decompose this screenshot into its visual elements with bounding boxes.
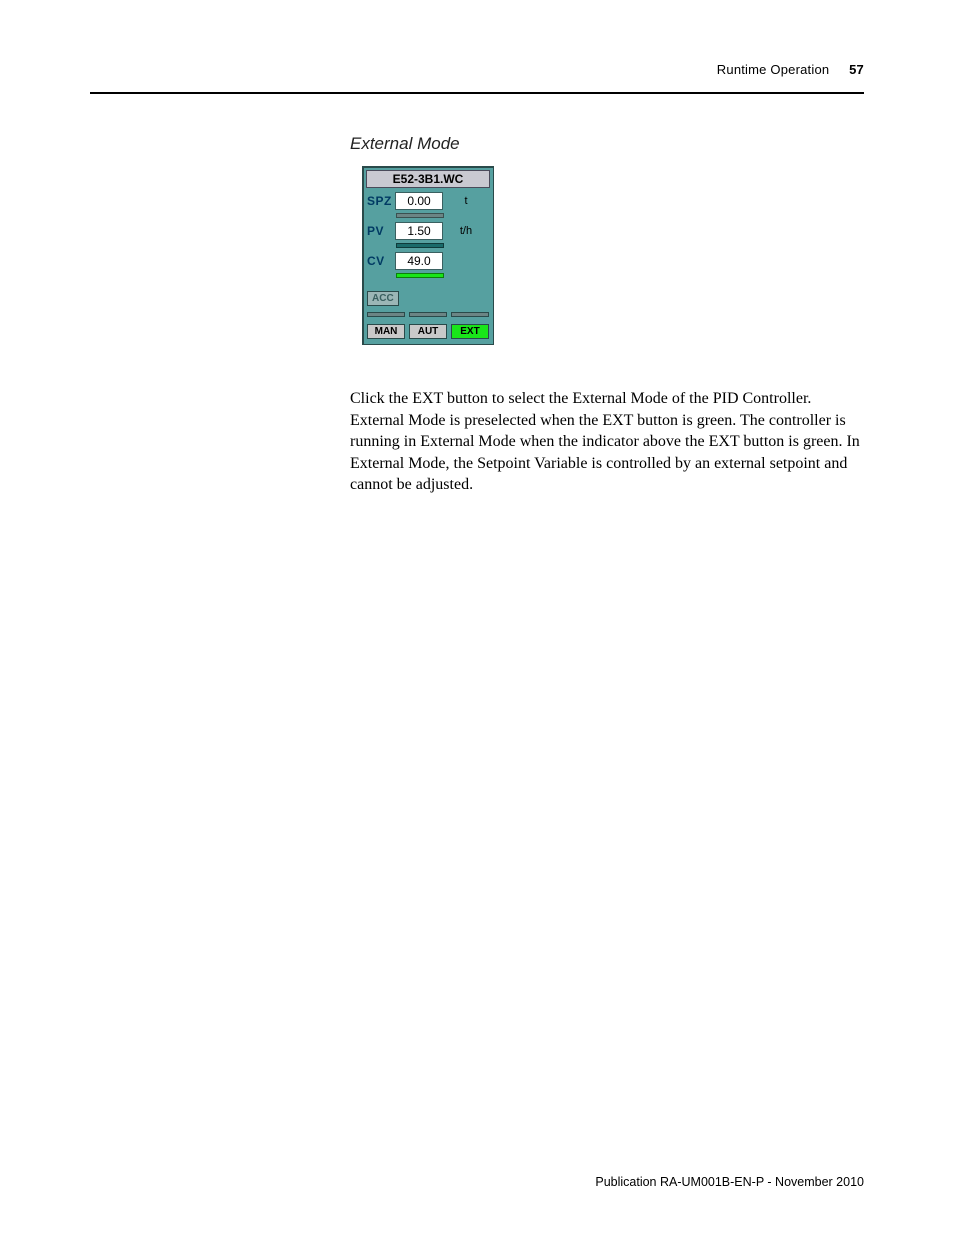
acc-area: ACC (367, 288, 489, 306)
spz-row: SPZ 0.00 t (367, 191, 489, 211)
cv-indicator (396, 273, 444, 278)
mode-indicator-row (363, 310, 493, 322)
page: Runtime Operation 57 External Mode E52-3… (0, 0, 954, 1235)
page-number: 57 (849, 62, 864, 77)
pv-row: PV 1.50 t/h (367, 221, 489, 241)
aut-indicator (409, 312, 447, 317)
faceplate-title: E52-3B1.WC (366, 170, 490, 188)
pv-label: PV (367, 224, 395, 238)
body-paragraph: Click the EXT button to select the Exter… (350, 388, 866, 496)
spz-label: SPZ (367, 194, 395, 208)
running-head: Runtime Operation 57 (90, 62, 864, 77)
ext-button[interactable]: EXT (451, 324, 489, 339)
pv-indicator (396, 243, 444, 248)
spz-value: 0.00 (395, 192, 443, 210)
mode-button-row: MAN AUT EXT (363, 322, 493, 344)
header-rule (90, 92, 864, 94)
pid-faceplate: E52-3B1.WC SPZ 0.00 t PV 1.50 t/h CV 49.… (362, 166, 494, 345)
section-title: External Mode (350, 134, 460, 154)
pv-value: 1.50 (395, 222, 443, 240)
page-header: Runtime Operation 57 (90, 62, 864, 92)
cv-value: 49.0 (395, 252, 443, 270)
acc-button[interactable]: ACC (367, 291, 399, 306)
cv-label: CV (367, 254, 395, 268)
aut-button[interactable]: AUT (409, 324, 447, 339)
publication-footer: Publication RA-UM001B-EN-P - November 20… (595, 1175, 864, 1189)
pv-unit: t/h (443, 225, 489, 237)
spz-unit: t (443, 195, 489, 207)
man-button[interactable]: MAN (367, 324, 405, 339)
cv-row: CV 49.0 (367, 251, 489, 271)
running-title: Runtime Operation (717, 62, 830, 77)
man-indicator (367, 312, 405, 317)
ext-indicator (451, 312, 489, 317)
spz-indicator (396, 213, 444, 218)
